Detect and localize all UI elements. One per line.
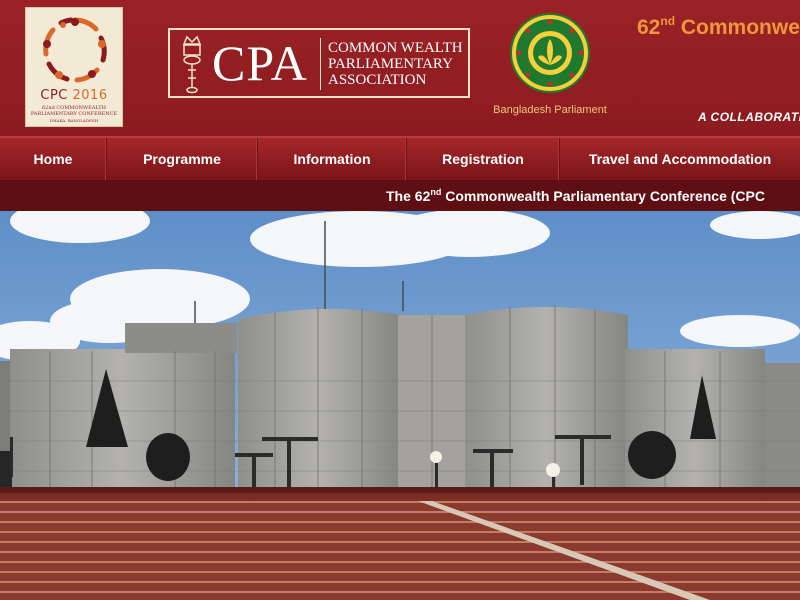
cpc-year-text: CPC 2016 bbox=[26, 88, 122, 103]
cpa-acronym: CPA bbox=[212, 35, 308, 91]
cpa-full-name: COMMON WEALTH PARLIAMENTARY ASSOCIATION bbox=[328, 40, 463, 88]
ticker-body: Commonwealth Parliamentary Conference (C… bbox=[441, 188, 765, 204]
emblem-icon bbox=[512, 15, 588, 91]
brick-steps bbox=[0, 487, 800, 600]
cpc-subtitle: 62nd COMMONWEALTH PARLIAMENTARY CONFEREN… bbox=[30, 105, 118, 117]
mace-icon bbox=[182, 35, 202, 94]
cpa-divider bbox=[320, 38, 321, 90]
main-nav: Home Programme Information Registration … bbox=[0, 136, 800, 180]
title-suffix: nd bbox=[660, 14, 676, 28]
cpa-line-3: ASSOCIATION bbox=[328, 72, 427, 88]
ticker-prefix: The 62 bbox=[386, 188, 431, 204]
parliament-building-illustration bbox=[0, 211, 800, 600]
cpc-2016-logo[interactable]: CPC 2016 62nd COMMONWEALTH PARLIAMENTARY… bbox=[25, 7, 123, 127]
title-number: 62 bbox=[637, 16, 661, 39]
nav-home[interactable]: Home bbox=[0, 138, 107, 180]
bangladesh-parliament-emblem[interactable] bbox=[510, 13, 590, 93]
cpa-line-2: PARLIAMENTARY bbox=[328, 56, 453, 72]
cpc-people-ring-icon bbox=[43, 17, 107, 83]
ticker-text[interactable]: The 62nd Commonwealth Parliamentary Conf… bbox=[386, 187, 765, 204]
title-text: Commonwealth bbox=[680, 16, 800, 39]
conference-title: 62nd Commonwealth bbox=[637, 14, 800, 40]
parliament-building-photo bbox=[0, 211, 800, 600]
nav-information[interactable]: Information bbox=[258, 138, 407, 180]
cpa-line-1: COMMON WEALTH bbox=[328, 40, 463, 56]
cpc-label: CPC bbox=[40, 88, 68, 103]
ticker-suffix: nd bbox=[430, 187, 442, 197]
news-ticker: The 62nd Commonwealth Parliamentary Conf… bbox=[0, 180, 800, 211]
cpa-logo[interactable]: CPA COMMON WEALTH PARLIAMENTARY ASSOCIAT… bbox=[168, 28, 470, 98]
site-header: CPC 2016 62nd COMMONWEALTH PARLIAMENTARY… bbox=[0, 0, 800, 136]
bd-parliament-caption: Bangladesh Parliament bbox=[493, 104, 607, 116]
cpc-year: 2016 bbox=[72, 88, 108, 103]
header-tagline: A COLLABORATIVE bbox=[698, 110, 800, 124]
nav-programme[interactable]: Programme bbox=[107, 138, 258, 180]
cpc-location: DHAKA, BANGLADESH bbox=[49, 118, 99, 123]
nav-registration[interactable]: Registration bbox=[407, 138, 560, 180]
nav-travel-accommodation[interactable]: Travel and Accommodation bbox=[560, 138, 800, 180]
